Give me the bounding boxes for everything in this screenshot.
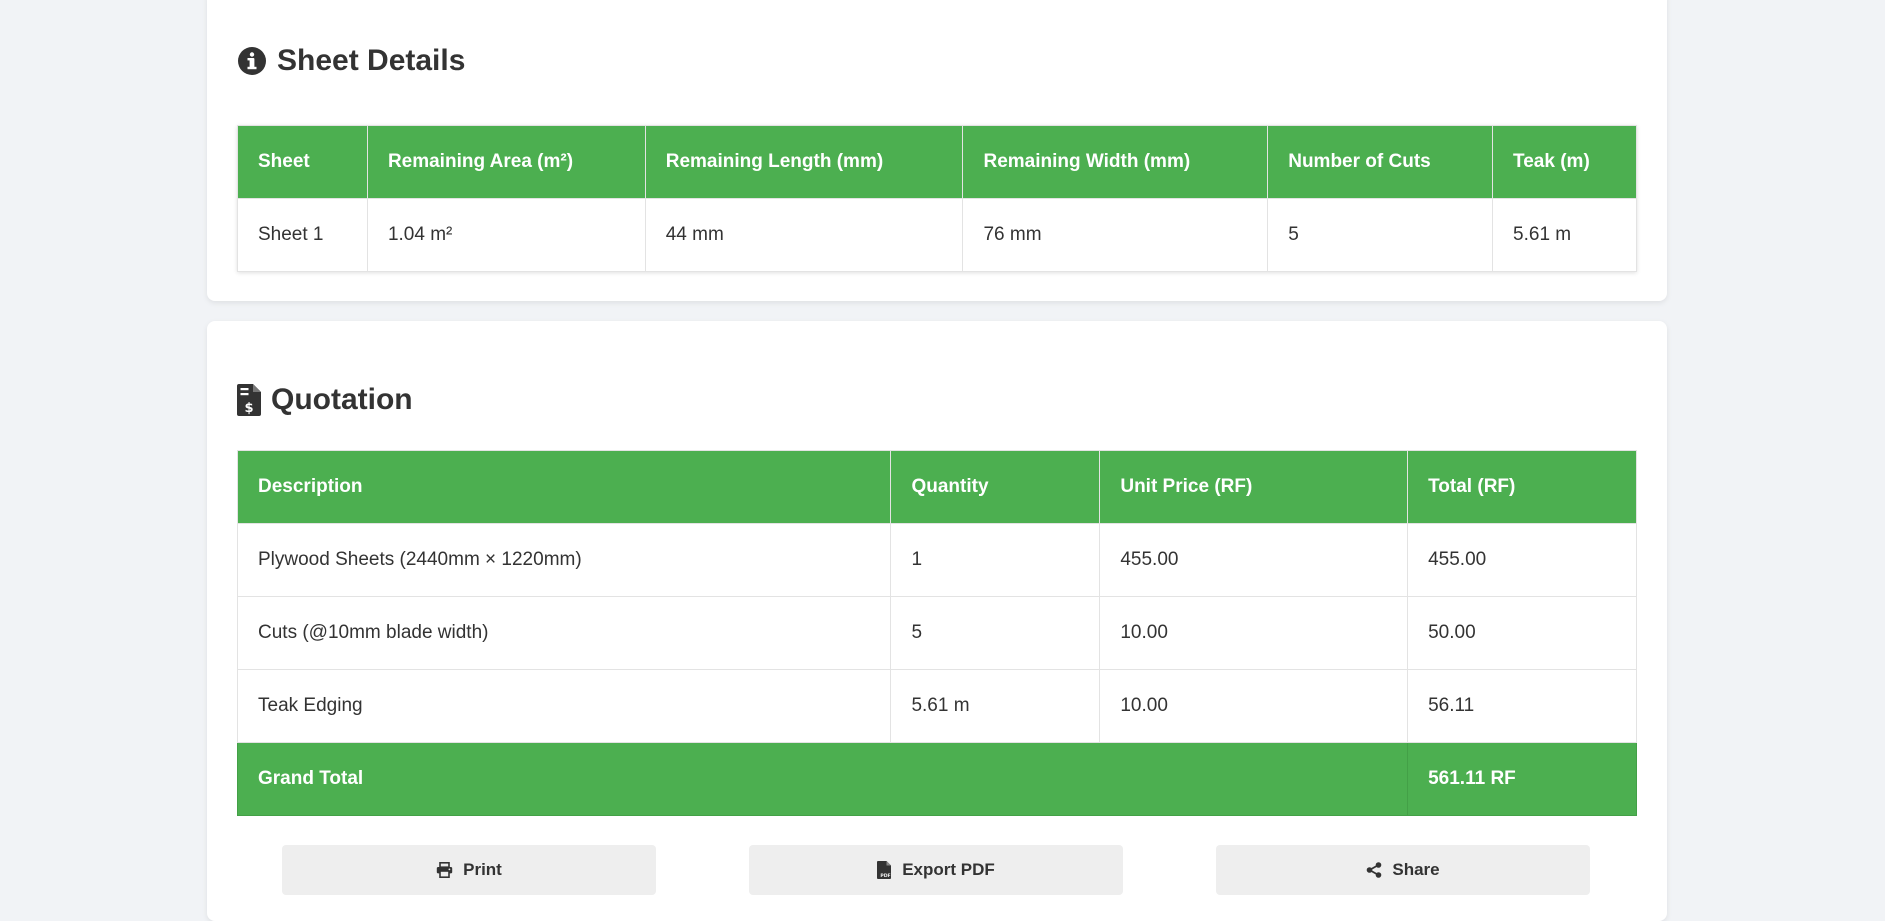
cell-total: 50.00 bbox=[1407, 596, 1637, 670]
table-header-row: Description Quantity Unit Price (RF) Tot… bbox=[236, 450, 1637, 524]
cell-sheet-name: Sheet 1 bbox=[237, 198, 368, 272]
svg-text:PDF: PDF bbox=[881, 873, 891, 879]
cell-remaining-length: 44 mm bbox=[644, 198, 964, 272]
grand-total-value: 561.11 RF bbox=[1407, 742, 1637, 816]
quotation-card: $ Quotation Description Quantity Unit Pr… bbox=[207, 321, 1667, 921]
cell-description: Teak Edging bbox=[236, 669, 892, 743]
column-header-unit-price: Unit Price (RF) bbox=[1099, 450, 1409, 524]
quotation-heading: $ Quotation bbox=[237, 383, 413, 417]
quotation-table: Description Quantity Unit Price (RF) Tot… bbox=[236, 450, 1637, 816]
table-row: Plywood Sheets (2440mm × 1220mm) 1 455.0… bbox=[236, 523, 1637, 597]
table-header-row: Sheet Remaining Area (m²) Remaining Leng… bbox=[237, 125, 1637, 199]
export-pdf-label: Export PDF bbox=[902, 860, 995, 879]
sheet-details-card: Sheet Details Sheet Remaining Area (m²) … bbox=[207, 0, 1667, 301]
share-label: Share bbox=[1392, 860, 1440, 879]
cell-teak: 5.61 m bbox=[1492, 198, 1637, 272]
print-label: Print bbox=[463, 860, 502, 879]
grand-total-label: Grand Total bbox=[236, 742, 1409, 816]
column-header-quantity: Quantity bbox=[890, 450, 1101, 524]
column-header-teak: Teak (m) bbox=[1492, 125, 1637, 199]
cell-unit-price: 455.00 bbox=[1099, 523, 1409, 597]
column-header-sheet: Sheet bbox=[237, 125, 368, 199]
table-row: Cuts (@10mm blade width) 5 10.00 50.00 bbox=[236, 596, 1637, 670]
action-buttons: Print PDF Export PDF Share bbox=[282, 845, 1592, 895]
invoice-dollar-icon: $ bbox=[237, 384, 261, 416]
cell-quantity: 5.61 m bbox=[890, 669, 1101, 743]
column-header-remaining-width: Remaining Width (mm) bbox=[962, 125, 1269, 199]
share-nodes-icon bbox=[1366, 862, 1382, 878]
column-header-remaining-area: Remaining Area (m²) bbox=[366, 125, 646, 199]
sheet-details-heading: Sheet Details bbox=[237, 44, 465, 78]
grand-total-row: Grand Total 561.11 RF bbox=[236, 742, 1637, 816]
cell-unit-price: 10.00 bbox=[1099, 596, 1409, 670]
share-button[interactable]: Share bbox=[1216, 845, 1590, 895]
cell-unit-price: 10.00 bbox=[1099, 669, 1409, 743]
table-row: Sheet 1 1.04 m² 44 mm 76 mm 5 5.61 m bbox=[237, 198, 1637, 272]
cell-total: 56.11 bbox=[1407, 669, 1637, 743]
cell-quantity: 5 bbox=[890, 596, 1101, 670]
cell-description: Plywood Sheets (2440mm × 1220mm) bbox=[236, 523, 892, 597]
export-pdf-button[interactable]: PDF Export PDF bbox=[749, 845, 1123, 895]
file-pdf-icon: PDF bbox=[877, 861, 892, 879]
sheet-details-table: Sheet Remaining Area (m²) Remaining Leng… bbox=[237, 125, 1637, 272]
column-header-total: Total (RF) bbox=[1407, 450, 1637, 524]
sheet-details-title: Sheet Details bbox=[277, 44, 466, 77]
cell-remaining-width: 76 mm bbox=[962, 198, 1269, 272]
info-circle-icon bbox=[237, 46, 267, 76]
printer-icon bbox=[436, 862, 453, 878]
cell-quantity: 1 bbox=[890, 523, 1101, 597]
cell-number-of-cuts: 5 bbox=[1267, 198, 1494, 272]
cell-total: 455.00 bbox=[1407, 523, 1637, 597]
table-row: Teak Edging 5.61 m 10.00 56.11 bbox=[236, 669, 1637, 743]
column-header-description: Description bbox=[236, 450, 892, 524]
svg-text:$: $ bbox=[244, 401, 253, 416]
print-button[interactable]: Print bbox=[282, 845, 656, 895]
quotation-title: Quotation bbox=[271, 383, 413, 416]
cell-remaining-area: 1.04 m² bbox=[366, 198, 646, 272]
column-header-number-of-cuts: Number of Cuts bbox=[1267, 125, 1494, 199]
cell-description: Cuts (@10mm blade width) bbox=[236, 596, 892, 670]
column-header-remaining-length: Remaining Length (mm) bbox=[644, 125, 964, 199]
